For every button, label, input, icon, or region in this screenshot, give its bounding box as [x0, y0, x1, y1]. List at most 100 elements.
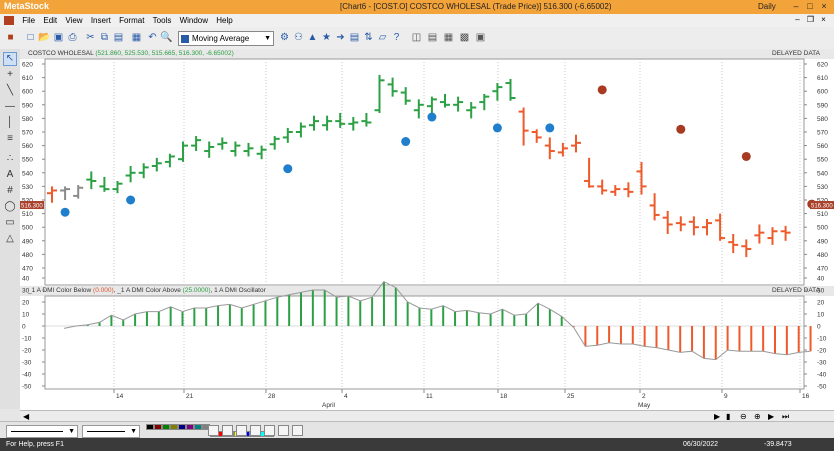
- x-day-label: 14: [116, 393, 124, 400]
- print-icon[interactable]: ⎙: [66, 31, 79, 44]
- layout-2-icon[interactable]: ▤: [426, 31, 439, 44]
- status-value: -39.8473: [764, 441, 792, 448]
- color-swatch[interactable]: [154, 424, 162, 430]
- line-weight-select[interactable]: ▼: [82, 425, 140, 438]
- horizontal-line-icon[interactable]: —: [4, 101, 16, 113]
- format-button[interactable]: [236, 425, 247, 436]
- close-icon[interactable]: ×: [818, 1, 830, 12]
- x-day-label: 25: [567, 393, 575, 400]
- format-button[interactable]: [264, 425, 275, 436]
- explorer-icon[interactable]: ■: [4, 31, 17, 44]
- mdi-restore-icon[interactable]: ❐: [805, 15, 816, 25]
- dmi-tick-label-right: 10: [817, 312, 825, 319]
- system-tester-icon[interactable]: ★: [320, 31, 333, 44]
- x-day-label: 18: [500, 393, 508, 400]
- fibonacci-icon[interactable]: ≡: [4, 133, 16, 145]
- dmi-tick-label-right: -50: [817, 384, 827, 391]
- open-icon[interactable]: 📂: [38, 31, 51, 44]
- price-tick-label-left: 620: [22, 62, 33, 69]
- paste-icon[interactable]: ▤: [112, 31, 125, 44]
- layout-1-icon[interactable]: ◫: [410, 31, 423, 44]
- menu-format[interactable]: Format: [119, 14, 144, 27]
- price-tick-label-left: 550: [22, 157, 33, 164]
- format-button[interactable]: [292, 425, 303, 436]
- periodicity-label[interactable]: Daily: [758, 2, 776, 11]
- new-icon[interactable]: □: [24, 31, 37, 44]
- menu-view[interactable]: View: [65, 14, 82, 27]
- indicator-select[interactable]: Moving Average ▼: [178, 31, 274, 46]
- color-swatch[interactable]: [194, 424, 202, 430]
- trendline-icon[interactable]: ╲: [4, 85, 16, 97]
- color-swatch[interactable]: [170, 424, 178, 430]
- menu-tools[interactable]: Tools: [153, 14, 172, 27]
- layout-3-icon[interactable]: ▦: [442, 31, 455, 44]
- scan-icon[interactable]: ▤: [348, 31, 361, 44]
- menu-file[interactable]: File: [22, 14, 35, 27]
- help-icon[interactable]: ?: [390, 31, 403, 44]
- triangle-tool-icon[interactable]: △: [4, 233, 16, 245]
- layout-5-icon[interactable]: ▣: [474, 31, 487, 44]
- x-day-label: 4: [344, 393, 348, 400]
- color-swatch[interactable]: [186, 424, 194, 430]
- minimize-icon[interactable]: –: [790, 1, 802, 12]
- price-tick-label-left: 570: [22, 130, 33, 137]
- dmi-tick-label-left: -50: [22, 384, 32, 391]
- app-menu-icon[interactable]: [4, 16, 14, 25]
- status-bar: For Help, press F1 06/30/2022 -39.8473: [0, 438, 834, 451]
- grid-tool-icon[interactable]: #: [4, 185, 16, 197]
- line-style-select[interactable]: ▼: [6, 425, 78, 438]
- ellipse-tool-icon[interactable]: ◯: [4, 201, 16, 213]
- copy-icon[interactable]: ⧉: [98, 31, 111, 44]
- text-tool-icon[interactable]: A: [4, 169, 16, 181]
- color-swatch[interactable]: [178, 424, 186, 430]
- x-day-label: 9: [724, 393, 728, 400]
- dmi-tick-label-left: 20: [22, 300, 30, 307]
- format-button[interactable]: [208, 425, 219, 436]
- crosshair-icon[interactable]: +: [4, 69, 16, 81]
- properties-icon[interactable]: ▦: [130, 31, 143, 44]
- mdi-close-icon[interactable]: ×: [818, 15, 829, 25]
- layout-4-icon[interactable]: ▩: [458, 31, 471, 44]
- channel-icon[interactable]: ∴: [4, 153, 16, 165]
- dmi-pane-frame: [44, 295, 805, 390]
- menu-help[interactable]: Help: [216, 14, 232, 27]
- rectangle-tool-icon[interactable]: ▭: [4, 217, 16, 229]
- x-day-label: 28: [268, 393, 276, 400]
- zoom-icon[interactable]: 🔍: [160, 31, 173, 44]
- price-tick-label-right: 570: [817, 130, 828, 137]
- price-tick-label-left: 490: [22, 238, 33, 245]
- price-tick-label-right: 480: [817, 252, 828, 259]
- mdi-minimize-icon[interactable]: –: [792, 15, 803, 25]
- maximize-icon[interactable]: □: [804, 1, 816, 12]
- expert-icon[interactable]: ⚇: [292, 31, 305, 44]
- cut-icon[interactable]: ✂: [84, 31, 97, 44]
- dmi-tick-label-right: 30: [817, 288, 825, 295]
- chart-window[interactable]: COSTCO WHOLESAL (521.860, 525.530, 515.6…: [20, 49, 834, 411]
- explorer-run-icon[interactable]: ▲: [306, 31, 319, 44]
- export-icon[interactable]: ▱: [376, 31, 389, 44]
- sort-icon[interactable]: ⇅: [362, 31, 375, 44]
- vertical-line-icon[interactable]: │: [4, 117, 16, 129]
- pointer-icon[interactable]: ↖: [3, 52, 17, 66]
- save-icon[interactable]: ▣: [52, 31, 65, 44]
- price-tick-label-left: 470: [22, 266, 33, 273]
- color-swatch[interactable]: [146, 424, 154, 430]
- menu-edit[interactable]: Edit: [43, 14, 57, 27]
- format-button[interactable]: [222, 425, 233, 436]
- undo-icon[interactable]: ↶: [146, 31, 159, 44]
- x-month-label: May: [638, 402, 651, 409]
- format-button[interactable]: [250, 425, 261, 436]
- format-button[interactable]: [278, 425, 289, 436]
- menu-window[interactable]: Window: [180, 14, 208, 27]
- dmi-tick-label-right: -30: [817, 360, 827, 367]
- forward-icon[interactable]: ➜: [334, 31, 347, 44]
- price-tick-label-left: 540: [22, 170, 33, 177]
- buy-signal-dot: [427, 112, 437, 122]
- price-tick-label-left: 580: [22, 116, 33, 123]
- price-tick-label-right: 530: [817, 184, 828, 191]
- price-tick-label-right: 610: [817, 75, 828, 82]
- indicator-builder-icon[interactable]: ⚙: [278, 31, 291, 44]
- menu-insert[interactable]: Insert: [91, 14, 111, 27]
- indicator-icon: [181, 34, 189, 43]
- color-swatch[interactable]: [162, 424, 170, 430]
